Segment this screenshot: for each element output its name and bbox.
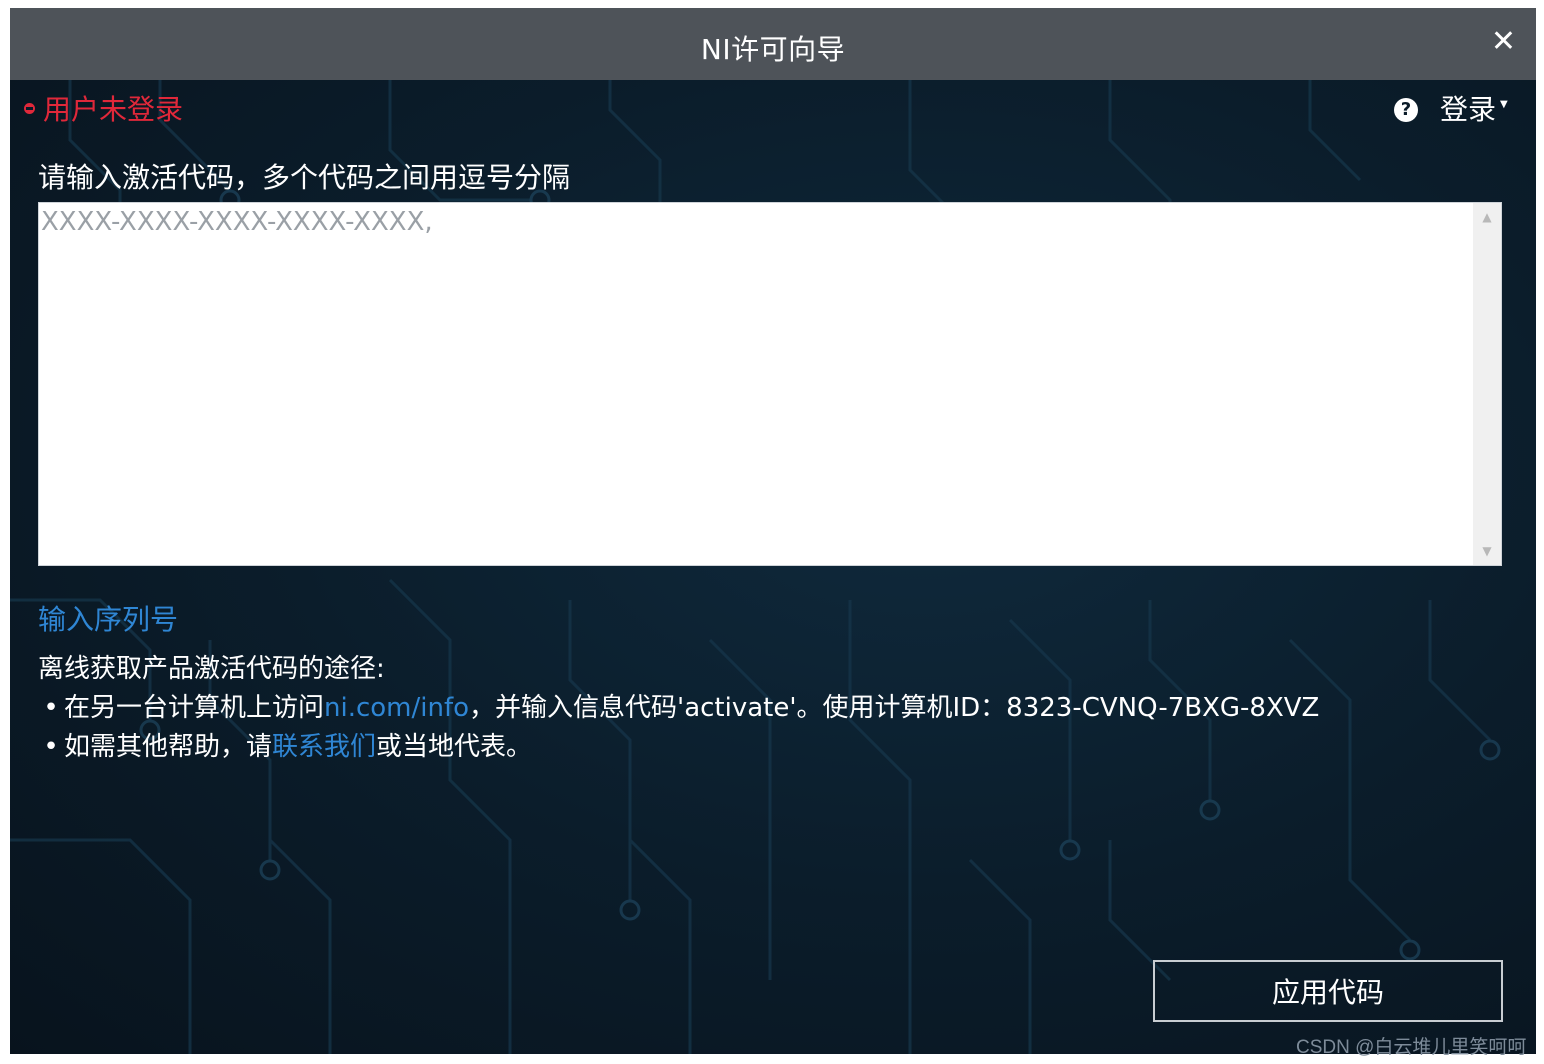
offline-step-help: • 如需其他帮助，请联系我们或当地代表。 <box>38 728 1319 767</box>
window-title: NI许可向导 <box>700 33 846 66</box>
offline-step-help-suffix: 或当地代表。 <box>376 732 533 762</box>
bullet-icon: • <box>43 693 59 723</box>
offline-step-visit-prefix: 在另一台计算机上访问 <box>64 693 325 723</box>
activation-code-box: ▲ ▼ <box>38 202 1502 566</box>
login-label: 登录 <box>1440 93 1497 126</box>
offline-step-visit-suffix: ，并输入信息代码'activate'。使用计算机ID：8323-CVNQ-7BX… <box>469 693 1320 723</box>
status-warning-icon <box>24 102 35 114</box>
apply-code-button[interactable]: 应用代码 <box>1153 960 1503 1022</box>
scroll-down-icon[interactable]: ▼ <box>1473 539 1501 563</box>
offline-heading: 离线获取产品激活代码的途径: <box>38 654 385 684</box>
close-icon[interactable]: ✕ <box>1491 24 1516 59</box>
question-circle-icon[interactable]: ? <box>1394 98 1418 122</box>
caret-down-icon: ▼ <box>1500 98 1508 110</box>
license-wizard-window: NI许可向导 ✕ 用户未登录 ? 登录 ▼ 请输入激活代码，多个代码之间用逗号分… <box>10 8 1536 1054</box>
ni-info-link[interactable]: ni.com/info <box>324 693 469 723</box>
activation-code-input[interactable] <box>39 203 1473 565</box>
login-status: 用户未登录 <box>24 88 183 128</box>
offline-instructions: 离线获取产品激活代码的途径: • 在另一台计算机上访问ni.com/info，并输… <box>38 650 1319 767</box>
bullet-icon: • <box>43 732 59 762</box>
offline-step-visit: • 在另一台计算机上访问ni.com/info，并输入信息代码'activate'… <box>38 689 1319 728</box>
activation-prompt: 请输入激活代码，多个代码之间用逗号分隔 <box>38 161 571 194</box>
scroll-up-icon[interactable]: ▲ <box>1473 205 1501 229</box>
textarea-scrollbar[interactable]: ▲ ▼ <box>1473 203 1501 565</box>
login-status-text: 用户未登录 <box>43 93 184 126</box>
watermark: CSDN @白云堆儿里笑呵呵 <box>1296 1037 1527 1058</box>
wizard-content: 用户未登录 ? 登录 ▼ 请输入激活代码，多个代码之间用逗号分隔 ▲ ▼ 输入序… <box>10 80 1536 1054</box>
contact-us-link[interactable]: 联系我们 <box>272 732 376 762</box>
title-bar[interactable]: NI许可向导 ✕ <box>10 8 1536 80</box>
enter-serial-number-link[interactable]: 输入序列号 <box>38 598 178 638</box>
offline-step-help-prefix: 如需其他帮助，请 <box>64 732 273 762</box>
login-menu[interactable]: 登录 ▼ <box>1440 88 1508 128</box>
